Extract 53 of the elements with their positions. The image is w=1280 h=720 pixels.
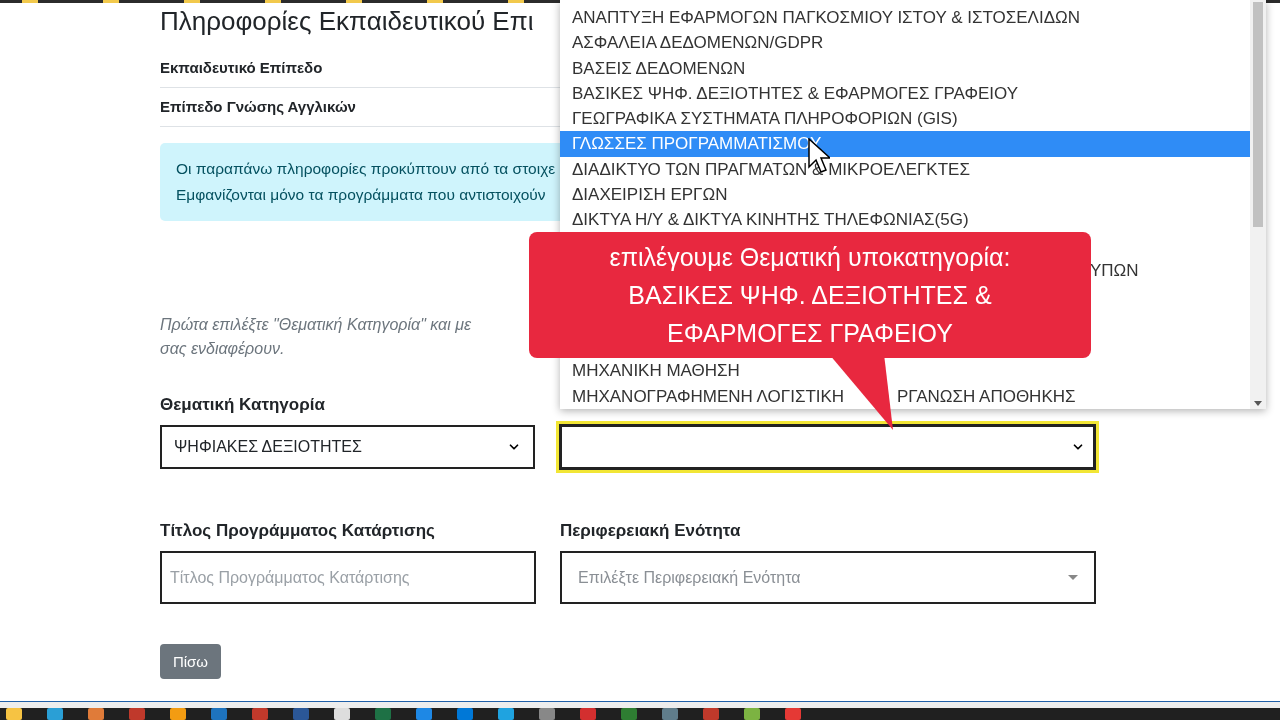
detail-label: Εκπαιδευτικό Επίπεδο	[160, 58, 323, 79]
app-icon[interactable]	[293, 708, 309, 720]
dropdown-option[interactable]: ΥΠΩΝ	[1090, 257, 1139, 284]
app-icon[interactable]	[252, 708, 268, 720]
select-placeholder: Επιλέξτε Περιφερειακή Ενότητα	[578, 567, 801, 588]
app-icon[interactable]	[6, 708, 22, 720]
app-icon[interactable]	[498, 708, 514, 720]
title-input[interactable]: Τίτλος Προγράμματος Κατάρτισης	[160, 551, 536, 605]
info-text: Εμφανίζονται μόνο τα προγράμματα που αντιστοιχούν	[176, 185, 547, 206]
hint-text: Πρώτα επιλέξτε "Θεματική Κατηγορία" και με	[160, 315, 471, 336]
dropdown-option[interactable]: ΓΕΩΓΡΑΦΙΚΑ ΣΥΣΤΗΜΑΤΑ ΠΛΗΡΟΦΟΡΙΩΝ (GIS)	[560, 106, 970, 132]
callout-text: ΕΦΑΡΜΟΓΕΣ ΓΡΑΦΕΙΟΥ	[667, 318, 953, 349]
dropdown-option[interactable]: ΒΑΣΙΚΕΣ ΨΗΦ. ΔΕΞΙΟΤΗΤΕΣ & ΕΦΑΡΜΟΓΕΣ ΓΡΑΦΕΙΟΥ	[560, 80, 1031, 107]
field-label: Περιφερειακή Ενότητα	[560, 519, 742, 542]
page-heading: Πληροφορίες Εκπαιδευτικού Επι	[160, 5, 534, 38]
category-select[interactable]: ΨΗΦΙΑΚΕΣ ΔΕΞΙΟΤΗΤΕΣ	[160, 424, 535, 469]
app-icon[interactable]	[703, 708, 719, 720]
hint-text: σας ενδιαφέρουν.	[160, 339, 285, 360]
app-icon[interactable]	[457, 708, 473, 720]
dropdown-option[interactable]: ΜΗΧΑΝΙΚΗ ΜΑΘΗΣΗ	[560, 358, 752, 384]
app-icon[interactable]	[662, 708, 678, 720]
field-label: Τίτλος Προγράμματος Κατάρτισης	[160, 519, 436, 542]
detail-label: Επίπεδο Γνώσης Αγγλικών	[160, 97, 356, 118]
select-value: ΨΗΦΙΑΚΕΣ ΔΕΞΙΟΤΗΤΕΣ	[174, 436, 362, 457]
callout-text: ΒΑΣΙΚΕΣ ΨΗΦ. ΔΕΞΙΟΤΗΤΕΣ &	[628, 280, 992, 311]
app-icon[interactable]	[539, 708, 555, 720]
dropdown-option[interactable]: ΔΙΑΧΕΙΡΙΣΗ ΕΡΓΩΝ	[560, 182, 740, 208]
back-button[interactable]: Πίσω	[160, 644, 221, 680]
app-icon[interactable]	[47, 708, 63, 720]
app-icon[interactable]	[621, 708, 637, 720]
field-label: Θεματική Κατηγορία	[160, 394, 325, 417]
callout-text: επιλέγουμε Θεματική υποκατηγορία:	[609, 242, 1011, 273]
dropdown-option[interactable]: ΜΗΧΑΝΟΓΡΑΦΗΜΕΝΗ ΛΟΓΙΣΤΙΚΗ	[560, 383, 845, 410]
app-icon[interactable]	[375, 708, 391, 720]
app-icon[interactable]	[744, 708, 760, 720]
app-icon[interactable]	[170, 708, 186, 720]
dropdown-option[interactable]: ΒΑΣΕΙΣ ΔΕΔΟΜΕΝΩΝ	[560, 55, 758, 81]
scrollbar[interactable]	[1250, 0, 1266, 409]
dropdown-option-text: ΡΓΑΝΩΣΗ ΑΠΟΘΗΚΗΣ	[897, 385, 1076, 408]
subcategory-select[interactable]	[559, 423, 1096, 470]
dropdown-option[interactable]: ΔΙΚΤΥΑ Η/Υ & ΔΙΚΤΥΑ ΚΙΝΗΤΗΣ ΤΗΛΕΦΩΝΙΑΣ(5G)	[560, 207, 981, 233]
app-icon[interactable]	[416, 708, 432, 720]
app-icon[interactable]	[88, 708, 104, 720]
info-text: Οι παραπάνω πληροφορίες προκύπτουν από τα στοιχε	[176, 159, 557, 180]
app-icon[interactable]	[580, 708, 596, 720]
dropdown-option[interactable]: ΑΣΦΑΛΕΙΑ ΔΕΔΟΜΕΝΩΝ/GDPR	[560, 30, 836, 56]
caret-icon	[1068, 575, 1078, 581]
dropdown-option[interactable]: ΑΝΑΠΤΥΞΗ ΕΦΑΡΜΟΓΩΝ ΠΑΓΚΟΣΜΙΟΥ ΙΣΤΟΥ & ΙΣΤΟΣΕΛΙΔΩΝ	[560, 5, 1092, 31]
scroll-down-icon[interactable]	[1254, 401, 1262, 406]
app-icon[interactable]	[785, 708, 801, 720]
app-icon[interactable]	[211, 708, 227, 720]
app-icon[interactable]	[129, 708, 145, 720]
app-icon[interactable]	[334, 708, 350, 720]
